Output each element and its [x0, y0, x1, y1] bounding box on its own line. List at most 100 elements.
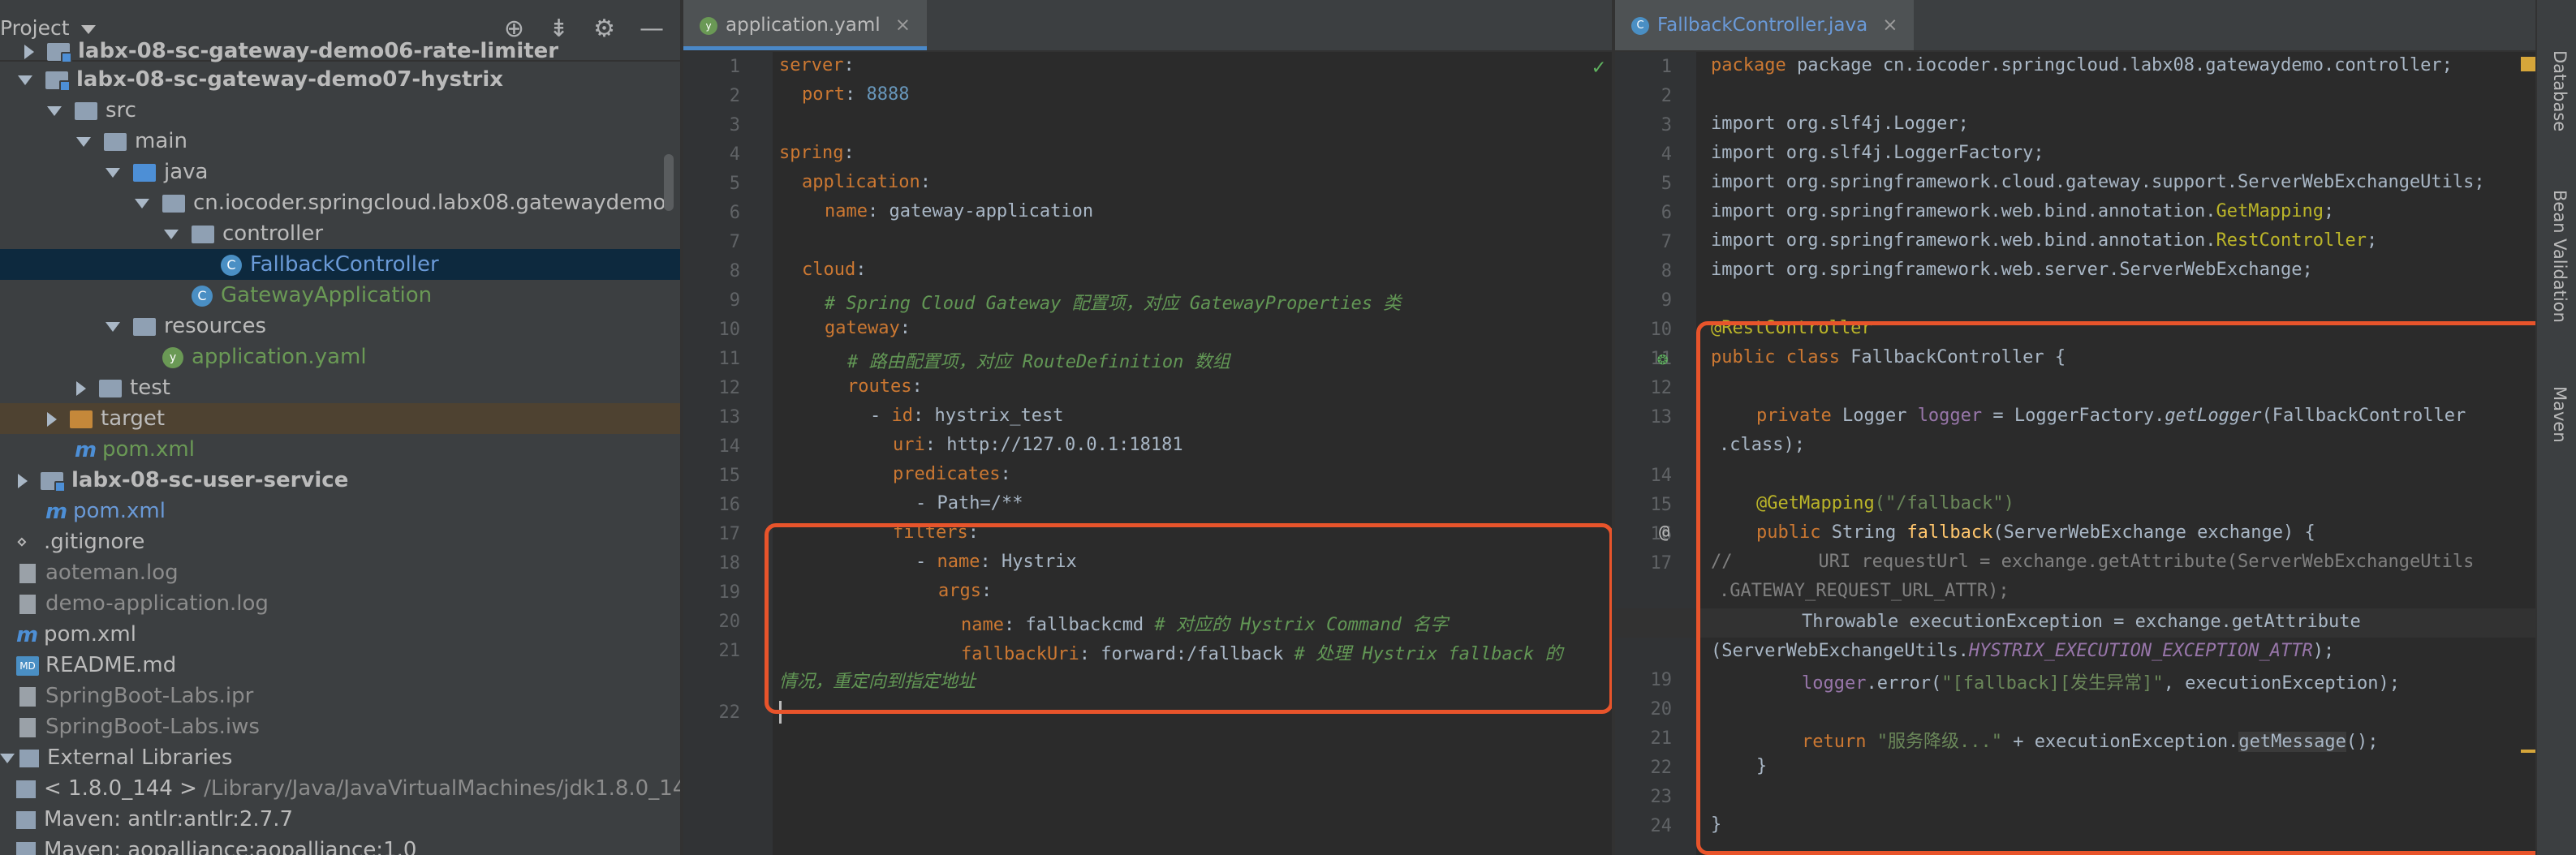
collapse-arrow-icon[interactable]	[76, 137, 91, 147]
yaml-line-2: port: 8888	[802, 84, 909, 105]
yaml-file-icon: y	[162, 347, 183, 368]
project-scrollbar[interactable]	[664, 154, 674, 211]
folder-icon	[104, 133, 127, 151]
warning-marker-icon	[2521, 57, 2535, 71]
tree-row-rate-limiter[interactable]: labx-08-sc-gateway-demo06-rate-limiter	[0, 36, 680, 67]
yaml-editor[interactable]: 12345678910111213141516171819202122 ✓ se…	[683, 52, 1612, 855]
expand-arrow-icon[interactable]	[76, 381, 86, 396]
yaml-line-9: # Spring Cloud Gateway 配置项，对应 GatewayPro…	[825, 289, 1401, 315]
yaml-line-16: - Path=/**	[915, 493, 1023, 513]
tree-row-ipr[interactable]: SpringBoot-Labs.ipr	[0, 681, 680, 711]
database-tool-button[interactable]: Database	[2550, 50, 2570, 131]
expand-arrow-icon[interactable]	[47, 412, 57, 427]
close-icon[interactable]: ×	[895, 15, 911, 36]
resources-folder-icon	[133, 318, 156, 336]
git-file-icon: ⋄	[16, 533, 36, 552]
log-file-icon	[19, 595, 36, 614]
idea-project-file-icon	[19, 687, 36, 707]
tab-fallbackcontroller-java[interactable]: CFallbackController.java×	[1615, 0, 1914, 50]
expand-arrow-icon[interactable]	[24, 45, 34, 59]
tree-row-jdk[interactable]: < 1.8.0_144 > /Library/Java/JavaVirtualM…	[0, 773, 680, 804]
folder-icon	[75, 102, 97, 120]
tree-row-package[interactable]: cn.iocoder.springcloud.labx08.gatewaydem…	[0, 187, 680, 218]
collapse-arrow-icon[interactable]	[106, 168, 120, 178]
line-number: 13	[1615, 407, 1672, 428]
line-number: 8	[683, 261, 740, 281]
java-class-icon: C	[221, 255, 242, 276]
tree-row-hystrix[interactable]: labx-08-sc-gateway-demo07-hystrix	[0, 64, 680, 95]
line-number: 17	[1615, 553, 1672, 574]
tree-row-resources[interactable]: resources	[0, 311, 680, 342]
bean-validation-tool-button[interactable]: Bean Validation	[2550, 190, 2570, 323]
java-line-8: import org.springframework.web.server.Se…	[1711, 260, 2313, 280]
tree-row-aoteman-log[interactable]: aoteman.log	[0, 557, 680, 588]
java-tabbar: CFallbackController.java×	[1615, 0, 2535, 52]
spring-bean-icon[interactable]: ❂	[1657, 349, 1668, 369]
close-icon[interactable]: ×	[1882, 15, 1898, 36]
tree-row-readme[interactable]: MDREADME.md	[0, 650, 680, 681]
tree-row-demo-log[interactable]: demo-application.log	[0, 588, 680, 619]
line-number: 1	[1615, 57, 1672, 77]
tree-row-java[interactable]: java	[0, 157, 680, 187]
yaml-line-1: server:	[779, 55, 855, 75]
package-icon	[192, 226, 214, 243]
yaml-highlight-box	[765, 523, 1613, 714]
tree-row-main[interactable]: main	[0, 126, 680, 157]
folder-icon	[99, 380, 122, 397]
tree-row-pom-parent[interactable]: mpom.xml	[0, 496, 680, 526]
line-number: 3	[1615, 115, 1672, 135]
yaml-line-11: # 路由配置项，对应 RouteDefinition 数组	[847, 347, 1230, 373]
tree-row-external-libraries[interactable]: External Libraries	[0, 742, 680, 773]
java-line-1: package package cn.iocoder.springcloud.l…	[1711, 55, 2453, 75]
tree-row-pom-module[interactable]: mpom.xml	[0, 434, 680, 465]
yaml-line-5: application:	[802, 172, 931, 192]
collapse-arrow-icon[interactable]	[47, 106, 62, 116]
tree-row-user-service[interactable]: labx-08-sc-user-service	[0, 465, 680, 496]
tree-row-maven-antlr[interactable]: Maven: antlr:antlr:2.7.7	[0, 804, 680, 835]
tree-row-iws[interactable]: SpringBoot-Labs.iws	[0, 711, 680, 742]
tree-row-maven-aopalliance[interactable]: Maven: aopalliance:aopalliance:1.0	[0, 835, 680, 855]
yaml-line-12: routes:	[847, 376, 923, 397]
tree-row-test[interactable]: test	[0, 372, 680, 403]
collapse-arrow-icon[interactable]	[18, 75, 32, 85]
line-number: 5	[683, 174, 740, 194]
line-number: 17	[683, 524, 740, 544]
line-number: 4	[1615, 144, 1672, 165]
mapping-icon[interactable]: @	[1659, 522, 1669, 543]
module-folder-icon	[47, 43, 70, 61]
collapse-arrow-icon[interactable]	[164, 230, 179, 239]
collapse-arrow-icon[interactable]	[106, 322, 120, 332]
tree-row-gatewayapplication[interactable]: CGatewayApplication	[0, 280, 680, 311]
yaml-file-icon: y	[700, 17, 717, 35]
tree-row-fallbackcontroller[interactable]: CFallbackController	[0, 249, 680, 280]
source-folder-icon	[133, 164, 156, 182]
line-number: 19	[683, 582, 740, 603]
yaml-line-8: cloud:	[802, 260, 866, 280]
tree-row-application-yaml[interactable]: yapplication.yaml	[0, 342, 680, 372]
spring-boot-class-icon: C	[192, 286, 213, 307]
java-line-5: import org.springframework.cloud.gateway…	[1711, 172, 2485, 192]
line-number: 15	[683, 466, 740, 486]
collapse-arrow-icon[interactable]	[0, 754, 15, 763]
line-number: 2	[1615, 86, 1672, 106]
tree-row-pom-root[interactable]: mpom.xml	[0, 619, 680, 650]
line-number: 19	[1615, 670, 1672, 690]
tree-row-gitignore[interactable]: ⋄.gitignore	[0, 526, 680, 557]
tree-row-src[interactable]: src	[0, 95, 680, 126]
maven-tool-button[interactable]: Maven	[2550, 386, 2570, 443]
line-number: 1	[683, 57, 740, 77]
tree-row-controller[interactable]: controller	[0, 218, 680, 249]
yaml-line-14: uri: http://127.0.0.1:18181	[893, 435, 1183, 455]
library-icon	[16, 811, 36, 829]
tree-row-target[interactable]: target	[0, 403, 680, 434]
expand-arrow-icon[interactable]	[18, 474, 28, 488]
line-number: 2	[683, 86, 740, 106]
line-number: 14	[683, 436, 740, 457]
yaml-line-4: spring:	[779, 143, 855, 163]
line-number: 13	[683, 407, 740, 428]
excluded-folder-icon	[70, 410, 93, 428]
collapse-arrow-icon[interactable]	[135, 199, 149, 208]
tab-application-yaml[interactable]: yapplication.yaml×	[683, 0, 927, 50]
line-number: 7	[1615, 232, 1672, 252]
line-number: 24	[1615, 816, 1672, 836]
